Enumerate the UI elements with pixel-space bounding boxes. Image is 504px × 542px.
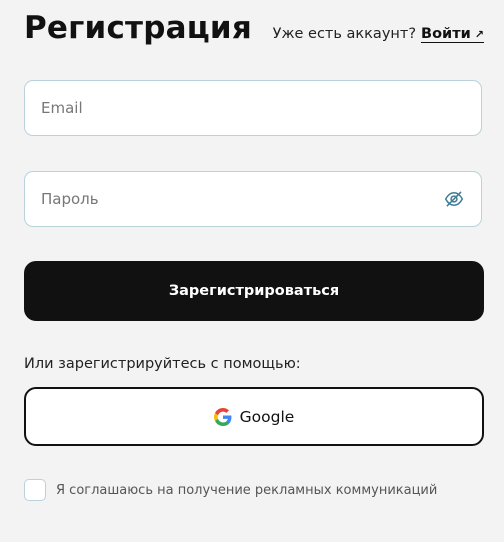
google-icon — [213, 407, 232, 426]
google-button-label: Google — [239, 407, 295, 426]
consent-checkbox[interactable] — [24, 479, 46, 501]
email-input[interactable] — [25, 81, 481, 135]
login-link-label: Войти — [421, 26, 471, 42]
eye-off-icon[interactable] — [443, 188, 465, 210]
page-title: Регистрация — [24, 10, 252, 46]
register-button[interactable]: Зарегистрироваться — [24, 261, 484, 321]
password-field[interactable] — [24, 171, 482, 227]
email-field[interactable] — [24, 80, 482, 136]
password-input[interactable] — [25, 172, 443, 226]
login-prompt: Уже есть аккаунт? — [272, 26, 417, 42]
social-prompt: Или зарегистрируйтесь с помощью: — [24, 356, 301, 372]
arrow-up-right-icon: ↗ — [474, 28, 484, 41]
consent-label: Я соглашаюсь на получение рекламных комм… — [56, 482, 438, 498]
login-prompt-row: Уже есть аккаунт? Войти ↗ — [273, 26, 484, 43]
login-link[interactable]: Войти ↗ — [421, 26, 484, 43]
consent-row: Я соглашаюсь на получение рекламных комм… — [24, 479, 437, 501]
google-signup-button[interactable]: Google — [24, 387, 484, 446]
